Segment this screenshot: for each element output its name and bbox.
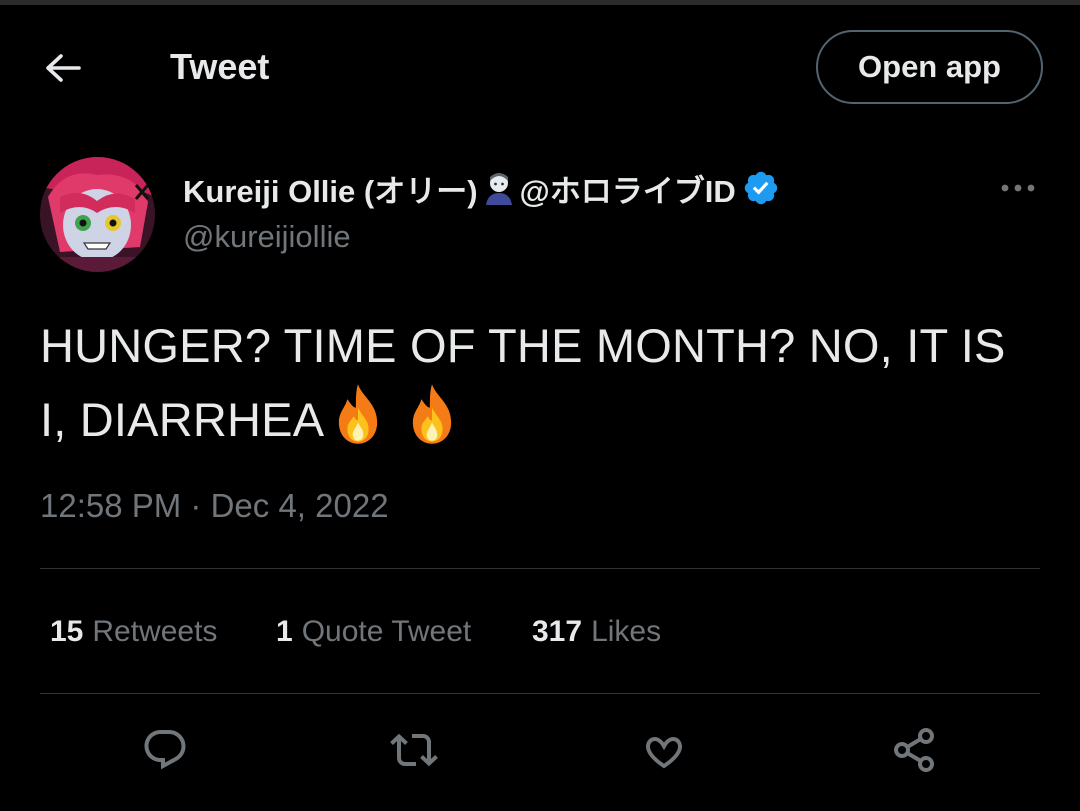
tweet-time[interactable]: 12:58 PM — [40, 487, 181, 524]
tweet-text: HUNGER? TIME OF THE MONTH? NO, IT IS I, … — [40, 312, 1040, 454]
author-handle[interactable]: @kureijiollie — [183, 218, 351, 256]
share-icon — [894, 728, 934, 772]
zombie-emoji-icon — [482, 171, 516, 205]
quote-tweets-count: 1 — [276, 615, 293, 648]
tweet-actions — [0, 718, 1080, 782]
back-button[interactable] — [40, 45, 86, 91]
reply-icon — [144, 730, 186, 770]
verified-badge-icon — [742, 169, 780, 207]
more-dots-icon — [1001, 184, 1035, 192]
likes-label: Likes — [591, 615, 662, 648]
avatar[interactable] — [40, 157, 155, 272]
likes-count: 317 — [532, 615, 583, 648]
tweet-date[interactable]: Dec 4, 2022 — [211, 487, 389, 524]
fire-emoji-icon — [413, 384, 452, 444]
more-options-button[interactable] — [995, 170, 1041, 206]
share-button[interactable] — [882, 718, 946, 782]
reply-button[interactable] — [133, 718, 197, 782]
header-bar: Tweet Open app — [0, 5, 1080, 125]
tweet-stats: 15 Retweets 1 Quote Tweet 317 Likes — [50, 610, 661, 654]
retweet-button[interactable] — [382, 718, 446, 782]
author-name-suffix[interactable]: @ホロライブID — [520, 166, 736, 211]
retweets-stat[interactable]: 15 Retweets — [50, 615, 276, 649]
divider — [40, 693, 1040, 694]
divider — [40, 568, 1040, 569]
open-app-button[interactable]: Open app — [816, 30, 1043, 104]
quote-tweets-label: Quote Tweet — [301, 615, 472, 648]
likes-stat[interactable]: 317 Likes — [532, 615, 661, 649]
like-icon — [646, 736, 682, 769]
retweets-label: Retweets — [92, 615, 218, 648]
timestamp-separator: · — [190, 487, 202, 524]
author-name-row[interactable]: Kureiji Ollie (オリー) @ホロライブID — [183, 166, 780, 210]
like-button[interactable] — [632, 718, 696, 782]
author-name[interactable]: Kureiji Ollie (オリー) — [183, 166, 478, 211]
retweet-icon — [390, 733, 438, 767]
tweet-timestamp[interactable]: 12:58 PM · Dec 4, 2022 — [40, 484, 389, 528]
retweets-count: 15 — [50, 615, 84, 648]
tweet-body-text: HUNGER? TIME OF THE MONTH? NO, IT IS I, … — [40, 319, 1006, 446]
arrow-left-icon — [46, 54, 81, 82]
fire-emoji-icon — [339, 384, 378, 444]
quote-tweets-stat[interactable]: 1 Quote Tweet — [276, 615, 532, 649]
page-title: Tweet — [170, 46, 270, 87]
